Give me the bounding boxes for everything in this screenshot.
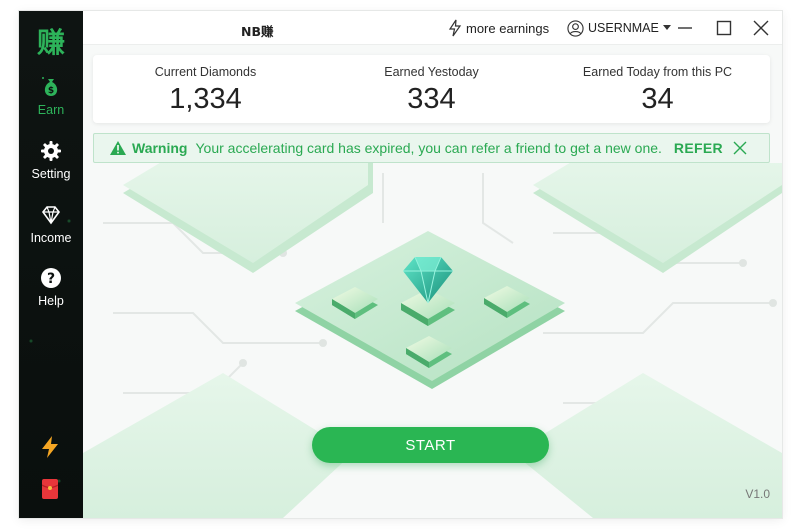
stats-panel: Current Diamonds 1,334 Earned Yestoday 3… (93, 55, 770, 123)
more-earnings-label: more earnings (466, 20, 550, 36)
stat-label: Earned Today from this PC (582, 65, 733, 79)
sidebar-item-help[interactable]: ? Help (19, 266, 83, 308)
close-icon[interactable] (752, 19, 770, 37)
main-panel: NB赚 more earnings USERNMAE Current Diamo… (83, 11, 782, 518)
stat-earned-today: Earned Today from this PC 34 (545, 55, 770, 123)
sidebar-item-label: Setting (31, 167, 71, 181)
sidebar-item-label: Help (38, 294, 64, 308)
title-bar: NB赚 more earnings USERNMAE (83, 11, 782, 45)
svg-text:?: ? (47, 271, 55, 287)
warning-message: Your accelerating card has expired, you … (195, 140, 662, 156)
caret-down-icon (662, 25, 671, 30)
stat-current-diamonds: Current Diamonds 1,334 (93, 55, 318, 123)
stat-label: Earned Yestoday (384, 65, 479, 79)
minimize-icon[interactable] (676, 19, 694, 37)
sidebar-item-label: Income (30, 231, 72, 245)
warning-triangle-icon (110, 141, 126, 155)
warning-title: Warning (132, 140, 188, 156)
more-earnings-link[interactable]: more earnings (448, 17, 549, 39)
question-icon: ? (41, 268, 61, 288)
stat-value: 1,334 (169, 83, 242, 115)
maximize-icon[interactable] (715, 19, 733, 37)
sidebar-item-earn[interactable]: $ Earn (19, 75, 83, 117)
user-menu[interactable]: USERNMAE (567, 17, 671, 39)
app-window: 赚 $ Earn Setting Income ? Help NB赚 more … (19, 11, 782, 518)
stat-value: 34 (641, 83, 674, 115)
warning-banner: Warning Your accelerating card has expir… (93, 133, 770, 163)
gear-icon (41, 141, 61, 161)
sidebar: 赚 $ Earn Setting Income ? Help (19, 11, 83, 518)
app-logo: 赚 (36, 26, 65, 59)
money-bag-icon: $ (42, 77, 58, 96)
close-warning-icon[interactable] (733, 141, 747, 155)
stat-earned-yesterday: Earned Yestoday 334 (319, 55, 544, 123)
start-button[interactable]: START (312, 427, 549, 463)
sidebar-item-setting[interactable]: Setting (19, 139, 83, 181)
refer-link[interactable]: REFER (674, 140, 723, 156)
username: USERNMAE (588, 21, 659, 35)
lightning-bolt-icon[interactable] (39, 435, 61, 459)
lightning-outline-icon (448, 19, 462, 37)
svg-text:$: $ (48, 86, 54, 96)
background-illustration (83, 163, 782, 518)
stat-value: 334 (407, 83, 456, 115)
user-avatar-icon (567, 19, 584, 37)
sidebar-item-label: Earn (37, 103, 65, 117)
red-envelope-icon[interactable] (42, 479, 58, 499)
diamond-icon (41, 206, 61, 225)
app-title: NB赚 (241, 24, 274, 39)
version-label: V1.0 (745, 487, 770, 501)
sidebar-item-income[interactable]: Income (19, 203, 83, 245)
stat-label: Current Diamonds (154, 65, 257, 79)
